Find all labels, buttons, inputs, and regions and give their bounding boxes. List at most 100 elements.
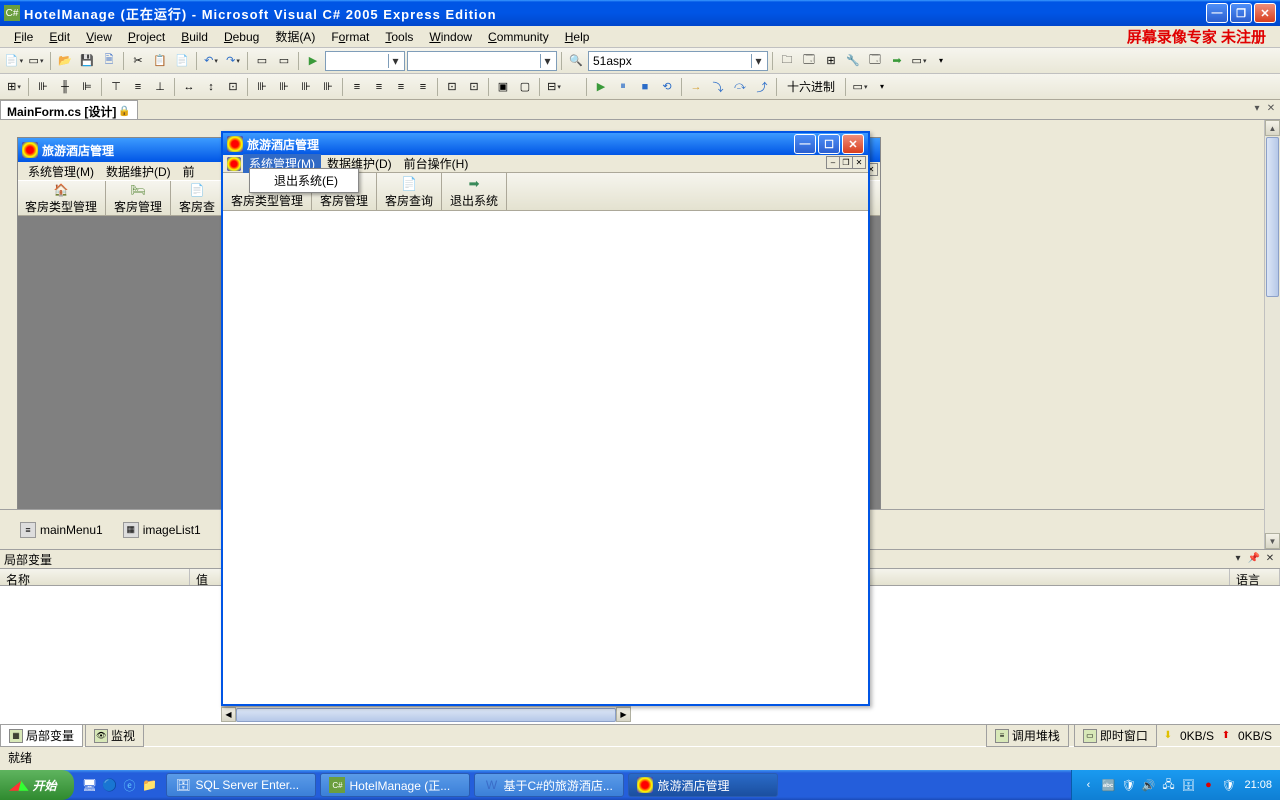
ql-ie[interactable]: ⓔ	[120, 775, 138, 795]
col-name[interactable]: 名称	[0, 569, 190, 585]
properties-button[interactable]: 🗔	[799, 51, 819, 71]
menu-window[interactable]: Window	[421, 28, 480, 46]
hspace-equal-button[interactable]: ⊪	[252, 77, 272, 97]
vspace-inc-button[interactable]: ≡	[369, 77, 389, 97]
break-button[interactable]: ⏸	[613, 77, 633, 97]
find-button[interactable]: 🔍	[566, 51, 586, 71]
tray-av-icon[interactable]: 🛡	[1220, 777, 1236, 793]
align-grid-button[interactable]: ⊞	[4, 77, 24, 97]
same-width-button[interactable]: ↔	[179, 77, 199, 97]
toolbar-options-button[interactable]: ▾	[931, 51, 951, 71]
vs-minimize-button[interactable]: —	[1206, 3, 1228, 23]
hspace-dec-button[interactable]: ⊪	[296, 77, 316, 97]
system-tray[interactable]: ‹ 🔤 🛡 🔊 🖧 🗄 ● 🛡 21:08	[1071, 770, 1280, 800]
ql-media[interactable]: 🔵	[100, 775, 118, 795]
step-into-button[interactable]: ⤵	[708, 77, 728, 97]
task-hotelmanage-vs[interactable]: C#HotelManage (正...	[320, 773, 470, 797]
save-all-button[interactable]: 🗎	[99, 51, 119, 71]
designer-hscrollbar[interactable]: ◀ ▶	[221, 706, 631, 722]
menu-format[interactable]: Format	[323, 28, 377, 46]
center-v-button[interactable]: ⊡	[464, 77, 484, 97]
tray-expand-icon[interactable]: ‹	[1080, 777, 1096, 793]
toolbar2-options-button[interactable]: ▾	[872, 77, 892, 97]
vspace-dec-button[interactable]: ≡	[391, 77, 411, 97]
design-menu-system[interactable]: 系统管理(M)	[22, 162, 100, 181]
center-h-button[interactable]: ⊡	[442, 77, 462, 97]
panel-close-button[interactable]: ✕	[1263, 552, 1277, 565]
designer-vscrollbar[interactable]: ▲ ▼	[1264, 120, 1280, 549]
open-file-button[interactable]: 📂	[55, 51, 75, 71]
tray-network-icon[interactable]: 🖧	[1160, 777, 1176, 793]
run-tbtn-query[interactable]: 📄客房查询	[377, 173, 442, 210]
design-tbtn-query[interactable]: 📄客房查	[170, 181, 224, 215]
panel-dropdown-button[interactable]: ▾	[1231, 552, 1245, 565]
align-right-button[interactable]: ⊫	[77, 77, 97, 97]
run-mdi-max[interactable]: ❐	[839, 156, 853, 169]
scroll-thumb[interactable]	[1266, 137, 1279, 297]
tab-locals[interactable]: ▦局部变量	[0, 724, 83, 747]
tray-lang-icon[interactable]: 🔤	[1100, 777, 1116, 793]
tab-callstack[interactable]: ≡调用堆栈	[986, 724, 1069, 747]
tray-sql-icon[interactable]: 🗄	[1180, 777, 1196, 793]
toolbox-button[interactable]: 🔧	[843, 51, 863, 71]
align-top-button[interactable]: ⊤	[106, 77, 126, 97]
same-size-button[interactable]: ⊡	[223, 77, 243, 97]
tray-shield-icon[interactable]: 🛡	[1120, 777, 1136, 793]
scroll-down-icon[interactable]: ▼	[1265, 533, 1280, 549]
run-minimize-button[interactable]: —	[794, 134, 816, 154]
run-tbtn-exit[interactable]: ➡退出系统	[442, 173, 507, 210]
tray-clock[interactable]: 21:08	[1244, 779, 1272, 791]
start-button[interactable]: ◢◣ 开始	[0, 770, 74, 800]
doc-tab-close-button[interactable]: ✕	[1264, 101, 1278, 115]
start-page-button[interactable]: 🗔	[865, 51, 885, 71]
task-word-doc[interactable]: W基于C#的旅游酒店...	[474, 773, 624, 797]
mdi-child-icon[interactable]	[227, 157, 241, 171]
design-tbtn-room[interactable]: 🛏客房管理	[105, 181, 171, 215]
run-mdi-min[interactable]: –	[826, 156, 840, 169]
hspace-remove-button[interactable]: ⊪	[318, 77, 338, 97]
menu-help[interactable]: Help	[557, 28, 598, 46]
step-out-button[interactable]: ⤴	[752, 77, 772, 97]
hscroll-thumb[interactable]	[236, 708, 616, 722]
menu-item-exit[interactable]: 退出系统(E)	[250, 169, 358, 192]
redo-button[interactable]: ↷	[223, 51, 243, 71]
design-menu-front[interactable]: 前	[177, 162, 201, 181]
command-window-button[interactable]: ➡	[887, 51, 907, 71]
menu-project[interactable]: Project	[120, 28, 173, 46]
add-item-button[interactable]: ▭	[26, 51, 46, 71]
continue-button[interactable]: ▶	[591, 77, 611, 97]
menu-data[interactable]: 数据(A)	[267, 26, 323, 47]
menu-community[interactable]: Community	[480, 28, 557, 46]
nav-fwd-button[interactable]: ▭	[274, 51, 294, 71]
run-titlebar[interactable]: 旅游酒店管理 — ☐ ✕	[223, 133, 868, 155]
save-button[interactable]: 💾	[77, 51, 97, 71]
run-menu-front[interactable]: 前台操作(H)	[398, 154, 475, 173]
run-mdi-close[interactable]: ✕	[852, 156, 866, 169]
paste-button[interactable]: 📄	[172, 51, 192, 71]
start-debug-button[interactable]: ▶	[303, 51, 323, 71]
stop-button[interactable]: ■	[635, 77, 655, 97]
solution-config-combo[interactable]: ▾	[325, 51, 405, 71]
vspace-equal-button[interactable]: ≡	[347, 77, 367, 97]
align-middle-button[interactable]: ≡	[128, 77, 148, 97]
nav-back-button[interactable]: ▭	[252, 51, 272, 71]
show-next-stmt-button[interactable]: →	[686, 77, 706, 97]
component-imagelist[interactable]: ▦imageList1	[123, 522, 201, 538]
send-back-button[interactable]: ▢	[515, 77, 535, 97]
hspace-inc-button[interactable]: ⊪	[274, 77, 294, 97]
other-windows-button[interactable]: ▭	[909, 51, 929, 71]
align-left-button[interactable]: ⊪	[33, 77, 53, 97]
align-center-button[interactable]: ╫	[55, 77, 75, 97]
solution-explorer-button[interactable]: 🗀	[777, 51, 797, 71]
find-combo[interactable]: 51aspx▾	[588, 51, 768, 71]
menu-view[interactable]: View	[78, 28, 120, 46]
menu-build[interactable]: Build	[173, 28, 216, 46]
run-close-button[interactable]: ✕	[842, 134, 864, 154]
menu-debug[interactable]: Debug	[216, 28, 267, 46]
run-maximize-button[interactable]: ☐	[818, 134, 840, 154]
vs-restore-button[interactable]: ❐	[1230, 3, 1252, 23]
hex-display-label[interactable]: 十六进制	[781, 78, 841, 95]
solution-platform-combo[interactable]: ▾	[407, 51, 557, 71]
step-over-button[interactable]: ⤼	[730, 77, 750, 97]
task-sqlserver[interactable]: 🗄SQL Server Enter...	[166, 773, 316, 797]
